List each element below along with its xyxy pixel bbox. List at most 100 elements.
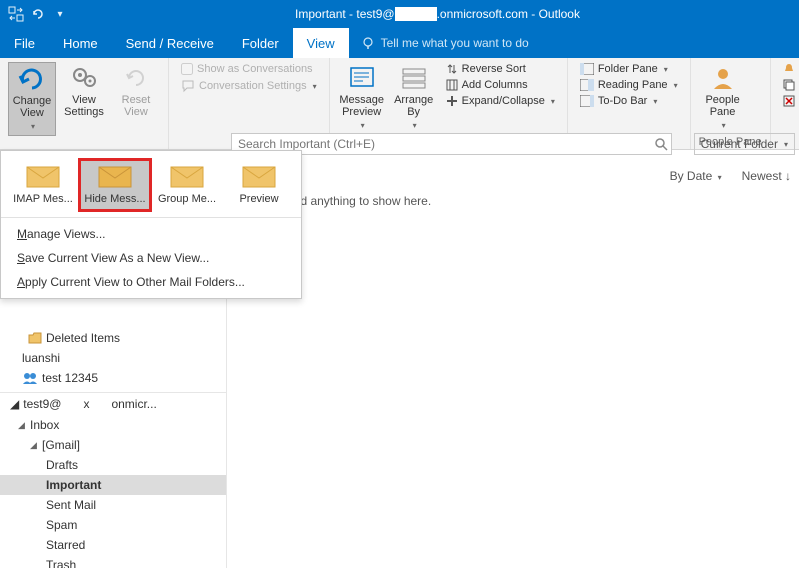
view-option-group[interactable]: Group Me... xyxy=(151,159,223,211)
sidebar-account-suffix: onmicr... xyxy=(111,397,156,411)
tab-file[interactable]: File xyxy=(0,28,49,58)
view-option-preview[interactable]: Preview xyxy=(223,159,295,211)
sidebar-item-starred[interactable]: Starred xyxy=(0,535,226,555)
todo-bar-button[interactable]: To-Do Bar▾ xyxy=(576,94,682,108)
scope-label: Current Folder xyxy=(701,137,778,151)
tell-me[interactable]: Tell me what you want to do xyxy=(349,28,541,58)
reset-view-label: Reset View xyxy=(122,94,151,118)
conv-settings-label: Conversation Settings xyxy=(199,80,307,92)
mail-icon xyxy=(97,165,133,189)
change-view-icon xyxy=(16,65,48,93)
sidebar-account[interactable]: ◢ test9@xonmicr... xyxy=(0,392,226,415)
add-columns-label: Add Columns xyxy=(462,79,528,91)
people-pane-label: People Pane xyxy=(705,94,739,118)
pane-icon xyxy=(580,63,594,75)
sidebar-item-luanshi[interactable]: luanshi xyxy=(0,348,226,368)
search-scope-dropdown[interactable]: Current Folder ▾ xyxy=(694,133,795,155)
arrange-icon xyxy=(398,64,430,92)
people-pane-button[interactable]: People Pane▾ xyxy=(699,62,747,134)
close-all-button[interactable]: Close All xyxy=(779,94,799,108)
sidebar-item-deleted[interactable]: Deleted Items xyxy=(0,328,226,348)
title-bar: ▾ Important - test9@x.onmicrosoft.com - … xyxy=(0,0,799,28)
sidebar-luanshi-label: luanshi xyxy=(22,351,60,365)
sidebar-inbox-label: Inbox xyxy=(30,418,59,432)
reset-view-button[interactable]: Reset View xyxy=(112,62,160,120)
lightbulb-icon xyxy=(361,36,375,50)
change-view-dropdown: IMAP Mes... Hide Mess... Group Me... Pre… xyxy=(0,150,302,299)
add-columns-button[interactable]: Add Columns xyxy=(442,78,559,92)
reverse-sort-button[interactable]: Reverse Sort xyxy=(442,62,559,76)
sort-icon xyxy=(446,63,458,75)
sidebar-item-test12345[interactable]: test 12345 xyxy=(0,368,226,388)
save-view-menuitem[interactable]: Save Current View As a New View... xyxy=(1,246,301,270)
message-preview-button[interactable]: Message Preview▾ xyxy=(338,62,386,134)
title-censored: x xyxy=(395,7,437,21)
send-receive-icon[interactable] xyxy=(8,6,24,22)
collapse-icon: ◢ xyxy=(30,440,38,451)
people-icon xyxy=(707,64,739,92)
sort-newest[interactable]: Newest ↓ xyxy=(742,169,791,183)
view-option-hide[interactable]: Hide Mess... xyxy=(79,159,151,211)
reminders-button[interactable]: Reminder xyxy=(779,62,799,76)
reading-icon xyxy=(580,79,594,91)
sidebar-item-important[interactable]: Important xyxy=(0,475,226,495)
arrange-by-label: Arrange By xyxy=(394,94,433,118)
sidebar-item-sent[interactable]: Sent Mail xyxy=(0,495,226,515)
search-icon[interactable] xyxy=(654,137,668,151)
tell-me-label: Tell me what you want to do xyxy=(381,36,529,50)
expand-icon xyxy=(446,95,458,107)
ribbon-tabs: File Home Send / Receive Folder View Tel… xyxy=(0,28,799,58)
reset-icon xyxy=(120,64,152,92)
sort-bydate[interactable]: By Date ▾ xyxy=(670,169,722,183)
tab-folder[interactable]: Folder xyxy=(228,28,293,58)
bubble-icon xyxy=(181,79,195,93)
message-preview-label: Message Preview xyxy=(339,94,384,118)
view-settings-label: View Settings xyxy=(64,94,104,118)
expand-collapse-button[interactable]: Expand/Collapse▾ xyxy=(442,94,559,108)
undo-icon[interactable] xyxy=(30,6,46,22)
window-icon xyxy=(783,79,795,91)
todo-icon xyxy=(580,95,594,107)
view-option-preview-label: Preview xyxy=(239,193,278,205)
title-suffix: .onmicrosoft.com - Outlook xyxy=(437,7,580,21)
sidebar-item-trash[interactable]: Trash xyxy=(0,555,226,568)
reading-pane-button[interactable]: Reading Pane▾ xyxy=(576,78,682,92)
folder-icon xyxy=(28,332,42,344)
view-option-imap[interactable]: IMAP Mes... xyxy=(7,159,79,211)
tab-send-receive[interactable]: Send / Receive xyxy=(112,28,228,58)
sidebar-item-spam[interactable]: Spam xyxy=(0,515,226,535)
list-header: Unread By Date ▾ Newest ↓ xyxy=(227,162,799,190)
manage-views-menuitem[interactable]: Manage Views... xyxy=(1,222,301,246)
tab-home[interactable]: Home xyxy=(49,28,112,58)
mail-icon xyxy=(169,165,205,189)
folder-pane-button[interactable]: Folder Pane▾ xyxy=(576,62,682,76)
sidebar-item-drafts[interactable]: Drafts xyxy=(0,455,226,475)
gear-icon xyxy=(68,64,100,92)
title-prefix: Important - test9@ xyxy=(295,7,395,21)
message-list-pane: Current Folder ▾ Unread By Date ▾ Newest… xyxy=(227,150,799,568)
sidebar-item-inbox[interactable]: ◢ Inbox xyxy=(0,415,226,435)
group-current-view: Change View ▾ View Settings Reset View xyxy=(0,58,169,149)
apply-view-menuitem[interactable]: Apply Current View to Other Mail Folders… xyxy=(1,270,301,294)
account-censored: x xyxy=(65,397,107,411)
chevron-down-icon: ▾ xyxy=(784,140,788,149)
arrange-by-button[interactable]: Arrange By▾ xyxy=(390,62,438,134)
group-icon xyxy=(22,371,38,385)
view-option-group-label: Group Me... xyxy=(158,193,216,205)
sidebar-account-prefix: test9@ xyxy=(23,397,61,411)
qat-customize-icon[interactable]: ▾ xyxy=(52,6,68,22)
conversation-settings-button[interactable]: Conversation Settings▾ xyxy=(177,78,321,94)
todo-bar-label: To-Do Bar xyxy=(598,95,648,107)
empty-message: We didn't find anything to show here. xyxy=(227,190,799,212)
expand-collapse-label: Expand/Collapse xyxy=(462,95,545,107)
view-settings-button[interactable]: View Settings xyxy=(60,62,108,120)
show-as-conversations-checkbox[interactable]: Show as Conversations xyxy=(177,62,321,76)
tab-view[interactable]: View xyxy=(293,28,349,58)
collapse-icon: ◢ xyxy=(18,420,26,431)
sidebar-deleted-label: Deleted Items xyxy=(46,331,120,345)
reverse-sort-label: Reverse Sort xyxy=(462,63,526,75)
quick-access-toolbar: ▾ xyxy=(0,6,76,22)
change-view-button[interactable]: Change View ▾ xyxy=(8,62,56,136)
open-new-window-button[interactable]: Open in N xyxy=(779,78,799,92)
sidebar-item-gmail[interactable]: ◢ [Gmail] xyxy=(0,435,226,455)
